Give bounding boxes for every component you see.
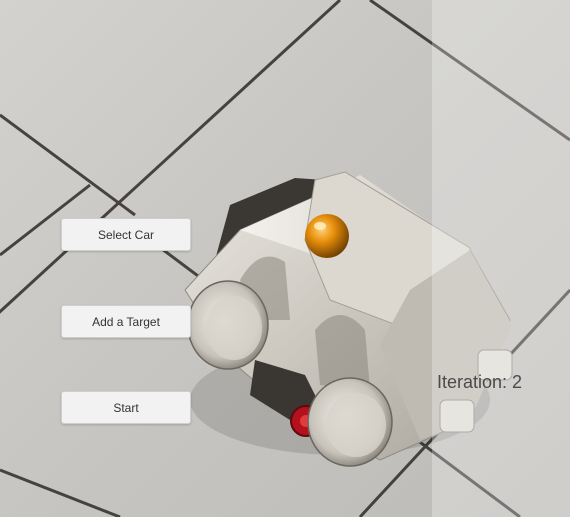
add-target-button[interactable]: Add a Target — [61, 305, 191, 338]
camera-scene — [0, 0, 570, 517]
side-panel — [432, 0, 570, 517]
iteration-counter: Iteration: 2 — [437, 372, 523, 392]
target-sphere — [305, 214, 349, 258]
select-car-button[interactable]: Select Car — [61, 218, 191, 251]
start-button[interactable]: Start — [61, 391, 191, 424]
